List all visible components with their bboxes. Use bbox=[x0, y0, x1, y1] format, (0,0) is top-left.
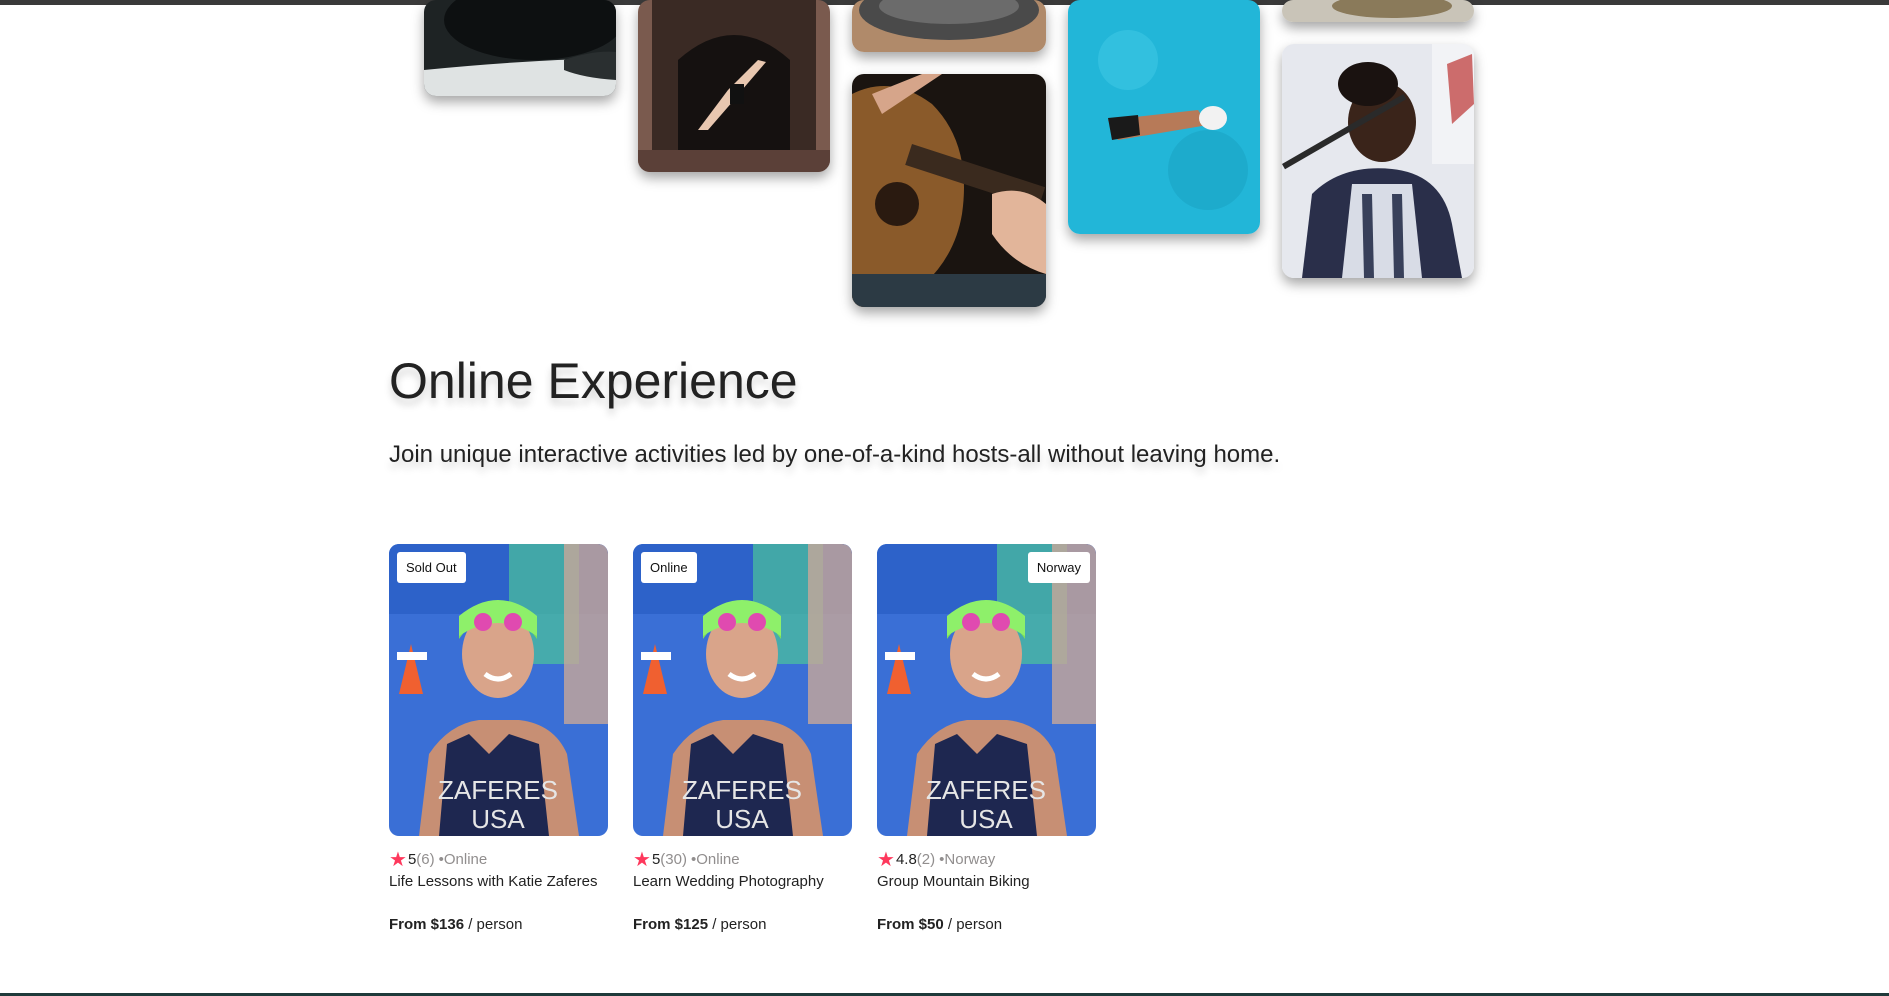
price-unit: / person bbox=[468, 916, 523, 933]
rating-value: 4.8 bbox=[895, 851, 917, 868]
swimmer-photo bbox=[1068, 0, 1260, 234]
card-title[interactable]: Life Lessons with Katie Zaferes bbox=[389, 872, 609, 892]
food-photo bbox=[1282, 0, 1474, 22]
price-amount: From $50 bbox=[877, 916, 944, 933]
review-count: (6) bbox=[416, 851, 435, 868]
dancer-photo bbox=[638, 0, 830, 172]
coffee-cup-photo bbox=[424, 0, 616, 96]
star-icon: ★ bbox=[633, 849, 651, 871]
shirt-text-line1: ZAFERES bbox=[438, 775, 558, 805]
review-count: (30) bbox=[660, 851, 687, 868]
experience-card-katie[interactable]: ZAFERES USA Sold Out ★ 5 (6) •Online Lif… bbox=[389, 544, 609, 935]
status-badge: Sold Out bbox=[397, 552, 466, 583]
card-price: From $136 / person bbox=[389, 915, 609, 935]
price-amount: From $125 bbox=[633, 916, 709, 933]
card-stats: ★ 5 (30) •Online bbox=[633, 850, 853, 870]
price-unit: / person bbox=[947, 916, 1003, 933]
guitar-photo bbox=[852, 74, 1046, 307]
shirt-text-line2: USA bbox=[715, 804, 769, 834]
card-price: From $125 / person bbox=[633, 915, 853, 935]
location-label: •Online bbox=[690, 851, 740, 868]
rating-value: 5 bbox=[651, 851, 661, 868]
card-photo[interactable]: ZAFERES USA Sold Out bbox=[389, 544, 608, 836]
section-subtitle: Join unique interactive activities led b… bbox=[389, 441, 1281, 468]
price-unit: / person bbox=[712, 916, 767, 933]
section-title: Online Experience bbox=[389, 353, 798, 409]
card-title[interactable]: Learn Wedding Photography bbox=[633, 872, 853, 892]
shirt-text-line2: USA bbox=[471, 804, 525, 834]
card-photo[interactable]: ZAFERES USA Norway bbox=[877, 544, 1096, 836]
status-badge: Online bbox=[641, 552, 697, 583]
card-title[interactable]: Group Mountain Biking bbox=[877, 872, 1097, 892]
singer-photo bbox=[1282, 44, 1474, 278]
shirt-text-line1: ZAFERES bbox=[682, 775, 802, 805]
card-stats: ★ 5 (6) •Online bbox=[389, 850, 609, 870]
card-price: From $50 / person bbox=[877, 915, 1097, 935]
experience-card-biking[interactable]: ZAFERES USA Norway ★ 4.8 (2) •Norway Gro… bbox=[877, 544, 1097, 935]
price-amount: From $136 bbox=[389, 916, 465, 933]
card-photo[interactable]: ZAFERES USA Online bbox=[633, 544, 852, 836]
star-icon: ★ bbox=[389, 849, 407, 871]
card-stats: ★ 4.8 (2) •Norway bbox=[877, 850, 1097, 870]
location-label: •Norway bbox=[939, 851, 996, 868]
rating-value: 5 bbox=[407, 851, 417, 868]
shirt-text-line1: ZAFERES bbox=[926, 775, 1046, 805]
bowl-photo bbox=[852, 0, 1046, 52]
shirt-text-line2: USA bbox=[959, 804, 1013, 834]
review-count: (2) bbox=[916, 851, 936, 868]
star-icon: ★ bbox=[877, 849, 895, 871]
location-badge: Norway bbox=[1027, 552, 1090, 583]
location-label: •Online bbox=[438, 851, 488, 868]
experience-card-wedding[interactable]: ZAFERES USA Online ★ 5 (30) •Online Lear… bbox=[633, 544, 853, 935]
